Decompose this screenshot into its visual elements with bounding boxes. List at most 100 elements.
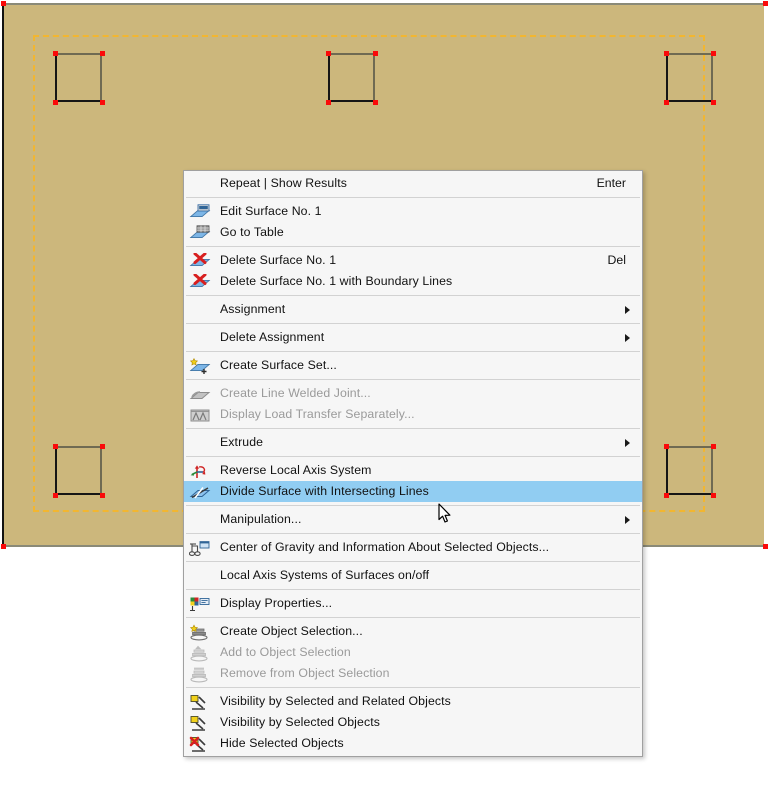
opening-node[interactable] bbox=[53, 51, 58, 56]
menu-item-label: Delete Surface No. 1 bbox=[220, 253, 337, 267]
menu-item-delete-assignment[interactable]: Delete Assignment bbox=[184, 327, 642, 348]
opening-top-center[interactable] bbox=[328, 53, 375, 102]
menu-separator bbox=[186, 379, 640, 380]
edit-surface-icon bbox=[186, 202, 214, 222]
menu-item-center-of-gravity-and-information-about-selected-objects[interactable]: Center of Gravity and Information About … bbox=[184, 537, 642, 558]
go-to-table-icon bbox=[186, 223, 214, 243]
menu-item-icon-none bbox=[186, 300, 214, 320]
opening-bottom-right[interactable] bbox=[666, 446, 713, 495]
surface-edge-top bbox=[4, 3, 765, 5]
opening-node[interactable] bbox=[53, 444, 58, 449]
submenu-arrow-icon bbox=[625, 333, 630, 342]
opening-node[interactable] bbox=[53, 493, 58, 498]
divide-surface-icon bbox=[186, 482, 214, 502]
visibility-selected-icon bbox=[186, 713, 214, 733]
surface-edge-left bbox=[2, 3, 4, 546]
menu-item-label: Delete Assignment bbox=[220, 330, 325, 344]
menu-item-label: Extrude bbox=[220, 435, 264, 449]
menu-item-label: Create Object Selection... bbox=[220, 624, 363, 638]
menu-separator bbox=[186, 351, 640, 352]
menu-separator bbox=[186, 456, 640, 457]
opening-node[interactable] bbox=[326, 51, 331, 56]
menu-item-delete-surface-no-1[interactable]: Delete Surface No. 1 Del bbox=[184, 250, 642, 271]
menu-item-divide-surface-with-intersecting-lines[interactable]: Divide Surface with Intersecting Lines bbox=[184, 481, 642, 502]
remove-object-selection-icon bbox=[186, 664, 214, 684]
opening-node[interactable] bbox=[373, 51, 378, 56]
surface-corner-node[interactable] bbox=[763, 1, 768, 6]
menu-item-display-properties[interactable]: Display Properties... bbox=[184, 593, 642, 614]
menu-item-repeat-show-results[interactable]: Repeat | Show Results Enter bbox=[184, 173, 642, 194]
add-object-selection-icon bbox=[186, 643, 214, 663]
menu-separator bbox=[186, 561, 640, 562]
menu-item-create-line-welded-joint: Create Line Welded Joint... bbox=[184, 383, 642, 404]
menu-item-label: Create Surface Set... bbox=[220, 358, 337, 372]
opening-node[interactable] bbox=[711, 493, 716, 498]
menu-item-label: Center of Gravity and Information About … bbox=[220, 540, 550, 554]
opening-bottom-left[interactable] bbox=[55, 446, 102, 495]
menu-item-label: Assignment bbox=[220, 302, 286, 316]
menu-item-visibility-by-selected-objects[interactable]: Visibility by Selected Objects bbox=[184, 712, 642, 733]
menu-item-manipulation[interactable]: Manipulation... bbox=[184, 509, 642, 530]
menu-item-label: Manipulation... bbox=[220, 512, 302, 526]
menu-item-label: Repeat | Show Results bbox=[220, 176, 347, 190]
menu-item-label: Add to Object Selection bbox=[220, 645, 351, 659]
menu-separator bbox=[186, 295, 640, 296]
menu-separator bbox=[186, 246, 640, 247]
menu-item-assignment[interactable]: Assignment bbox=[184, 299, 642, 320]
opening-node[interactable] bbox=[53, 100, 58, 105]
surface-corner-node[interactable] bbox=[1, 544, 6, 549]
menu-item-label: Delete Surface No. 1 with Boundary Lines bbox=[220, 274, 453, 288]
menu-item-delete-surface-no-1-with-boundary-lines[interactable]: Delete Surface No. 1 with Boundary Lines bbox=[184, 271, 642, 292]
submenu-arrow-icon bbox=[625, 438, 630, 447]
menu-item-icon-none bbox=[186, 566, 214, 586]
menu-item-visibility-by-selected-and-related-objects[interactable]: Visibility by Selected and Related Objec… bbox=[184, 691, 642, 712]
menu-item-label: Create Line Welded Joint... bbox=[220, 386, 371, 400]
menu-item-create-surface-set[interactable]: Create Surface Set... bbox=[184, 355, 642, 376]
surface-context-menu[interactable]: Repeat | Show Results Enter Edit Surface N… bbox=[183, 170, 643, 757]
menu-item-edit-surface-no-1[interactable]: Edit Surface No. 1 bbox=[184, 201, 642, 222]
opening-top-right[interactable] bbox=[666, 53, 713, 102]
menu-item-label: Display Properties... bbox=[220, 596, 333, 610]
opening-node[interactable] bbox=[664, 51, 669, 56]
menu-item-label: Local Axis Systems of Surfaces on/off bbox=[220, 568, 430, 582]
menu-item-icon-none bbox=[186, 328, 214, 348]
opening-top-left[interactable] bbox=[55, 53, 102, 102]
opening-node[interactable] bbox=[100, 100, 105, 105]
menu-item-label: Display Load Transfer Separately... bbox=[220, 407, 415, 421]
menu-item-extrude[interactable]: Extrude bbox=[184, 432, 642, 453]
menu-item-label: Hide Selected Objects bbox=[220, 736, 344, 750]
create-surface-set-icon bbox=[186, 356, 214, 376]
menu-item-display-load-transfer-separately: Display Load Transfer Separately... bbox=[184, 404, 642, 425]
opening-node[interactable] bbox=[664, 444, 669, 449]
opening-node[interactable] bbox=[664, 493, 669, 498]
menu-item-create-object-selection[interactable]: Create Object Selection... bbox=[184, 621, 642, 642]
menu-item-hide-selected-objects[interactable]: Hide Selected Objects bbox=[184, 733, 642, 754]
opening-node[interactable] bbox=[100, 51, 105, 56]
opening-node[interactable] bbox=[326, 100, 331, 105]
opening-node[interactable] bbox=[711, 444, 716, 449]
menu-item-go-to-table[interactable]: Go to Table bbox=[184, 222, 642, 243]
submenu-arrow-icon bbox=[625, 515, 630, 524]
menu-item-label: Remove from Object Selection bbox=[220, 666, 390, 680]
reverse-axis-icon bbox=[186, 461, 214, 481]
delete-surface-boundary-icon bbox=[186, 272, 214, 292]
menu-item-label: Divide Surface with Intersecting Lines bbox=[220, 484, 429, 498]
menu-separator bbox=[186, 428, 640, 429]
opening-node[interactable] bbox=[711, 100, 716, 105]
opening-node[interactable] bbox=[100, 444, 105, 449]
menu-item-local-axis-systems-of-surfaces-on-off[interactable]: Local Axis Systems of Surfaces on/off bbox=[184, 565, 642, 586]
menu-separator bbox=[186, 617, 640, 618]
menu-separator bbox=[186, 323, 640, 324]
menu-separator bbox=[186, 687, 640, 688]
menu-item-reverse-local-axis-system[interactable]: Reverse Local Axis System bbox=[184, 460, 642, 481]
display-properties-icon bbox=[186, 594, 214, 614]
surface-corner-node[interactable] bbox=[1, 1, 6, 6]
opening-node[interactable] bbox=[664, 100, 669, 105]
opening-node[interactable] bbox=[373, 100, 378, 105]
menu-item-label: Visibility by Selected and Related Objec… bbox=[220, 694, 451, 708]
opening-node[interactable] bbox=[100, 493, 105, 498]
surface-corner-node[interactable] bbox=[763, 544, 768, 549]
opening-node[interactable] bbox=[711, 51, 716, 56]
menu-item-shortcut: Enter bbox=[596, 176, 626, 190]
menu-item-icon-none bbox=[186, 510, 214, 530]
